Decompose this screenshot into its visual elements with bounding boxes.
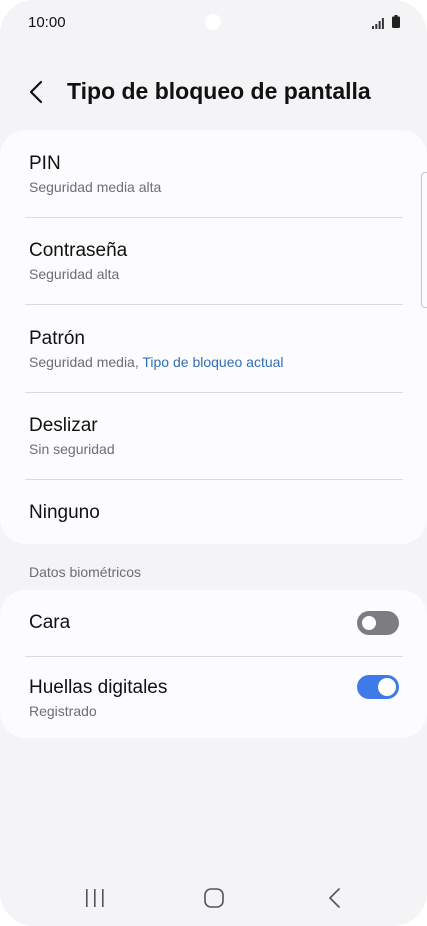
battery-icon	[392, 15, 400, 28]
chevron-left-icon	[29, 80, 43, 104]
recent-apps-button[interactable]	[70, 868, 120, 926]
phone-screen: 10:00 Tipo de bloqueo de pantalla PIN Se…	[0, 0, 427, 926]
option-label: Contraseña	[29, 240, 128, 261]
back-button[interactable]	[22, 76, 52, 108]
option-subtitle: Seguridad alta	[29, 266, 120, 282]
scrollbar[interactable]	[421, 172, 427, 308]
face-toggle[interactable]	[357, 611, 399, 635]
option-swipe[interactable]: Deslizar Sin seguridad	[0, 393, 427, 480]
nav-back-button[interactable]	[309, 868, 359, 926]
biometric-label: Cara	[29, 612, 71, 633]
option-pin[interactable]: PIN Seguridad media alta	[0, 130, 427, 218]
option-subtitle: Seguridad media alta	[29, 179, 162, 195]
fingerprints-toggle[interactable]	[357, 675, 399, 699]
status-bar: 10:00	[0, 0, 427, 46]
current-lock-label: Tipo de bloqueo actual	[142, 354, 284, 370]
signal-icon	[372, 18, 384, 29]
option-label: PIN	[29, 153, 61, 174]
biometric-fingerprints[interactable]: Huellas digitales Registrado	[0, 657, 427, 738]
camera-cutout	[205, 14, 221, 30]
option-label: Deslizar	[29, 415, 98, 436]
navigation-bar	[0, 868, 427, 926]
option-none[interactable]: Ninguno	[0, 480, 427, 544]
page-title: Tipo de bloqueo de pantalla	[67, 78, 371, 104]
page-header: Tipo de bloqueo de pantalla	[0, 62, 427, 122]
option-pattern[interactable]: Patrón Seguridad media, Tipo de bloqueo …	[0, 305, 427, 393]
status-time: 10:00	[28, 14, 66, 31]
home-icon	[204, 888, 224, 908]
section-label-biometrics: Datos biométricos	[29, 564, 142, 580]
option-password[interactable]: Contraseña Seguridad alta	[0, 218, 427, 305]
option-subtitle: Sin seguridad	[29, 441, 115, 457]
biometrics-card: Cara Huellas digitales Registrado	[0, 590, 427, 738]
biometric-subtitle: Registrado	[29, 703, 97, 719]
biometric-face[interactable]: Cara	[0, 590, 427, 656]
lock-options-card: PIN Seguridad media alta Contraseña Segu…	[0, 130, 427, 544]
biometric-label: Huellas digitales	[29, 677, 168, 698]
option-subtitle-text: Seguridad media,	[29, 354, 143, 370]
toggle-knob	[360, 614, 378, 632]
back-icon	[329, 888, 340, 908]
option-label: Ninguno	[29, 502, 100, 523]
recent-apps-icon	[86, 889, 104, 907]
option-subtitle: Seguridad media, Tipo de bloqueo actual	[29, 354, 284, 370]
home-button[interactable]	[189, 868, 239, 926]
option-label: Patrón	[29, 328, 85, 349]
toggle-knob	[378, 678, 396, 696]
